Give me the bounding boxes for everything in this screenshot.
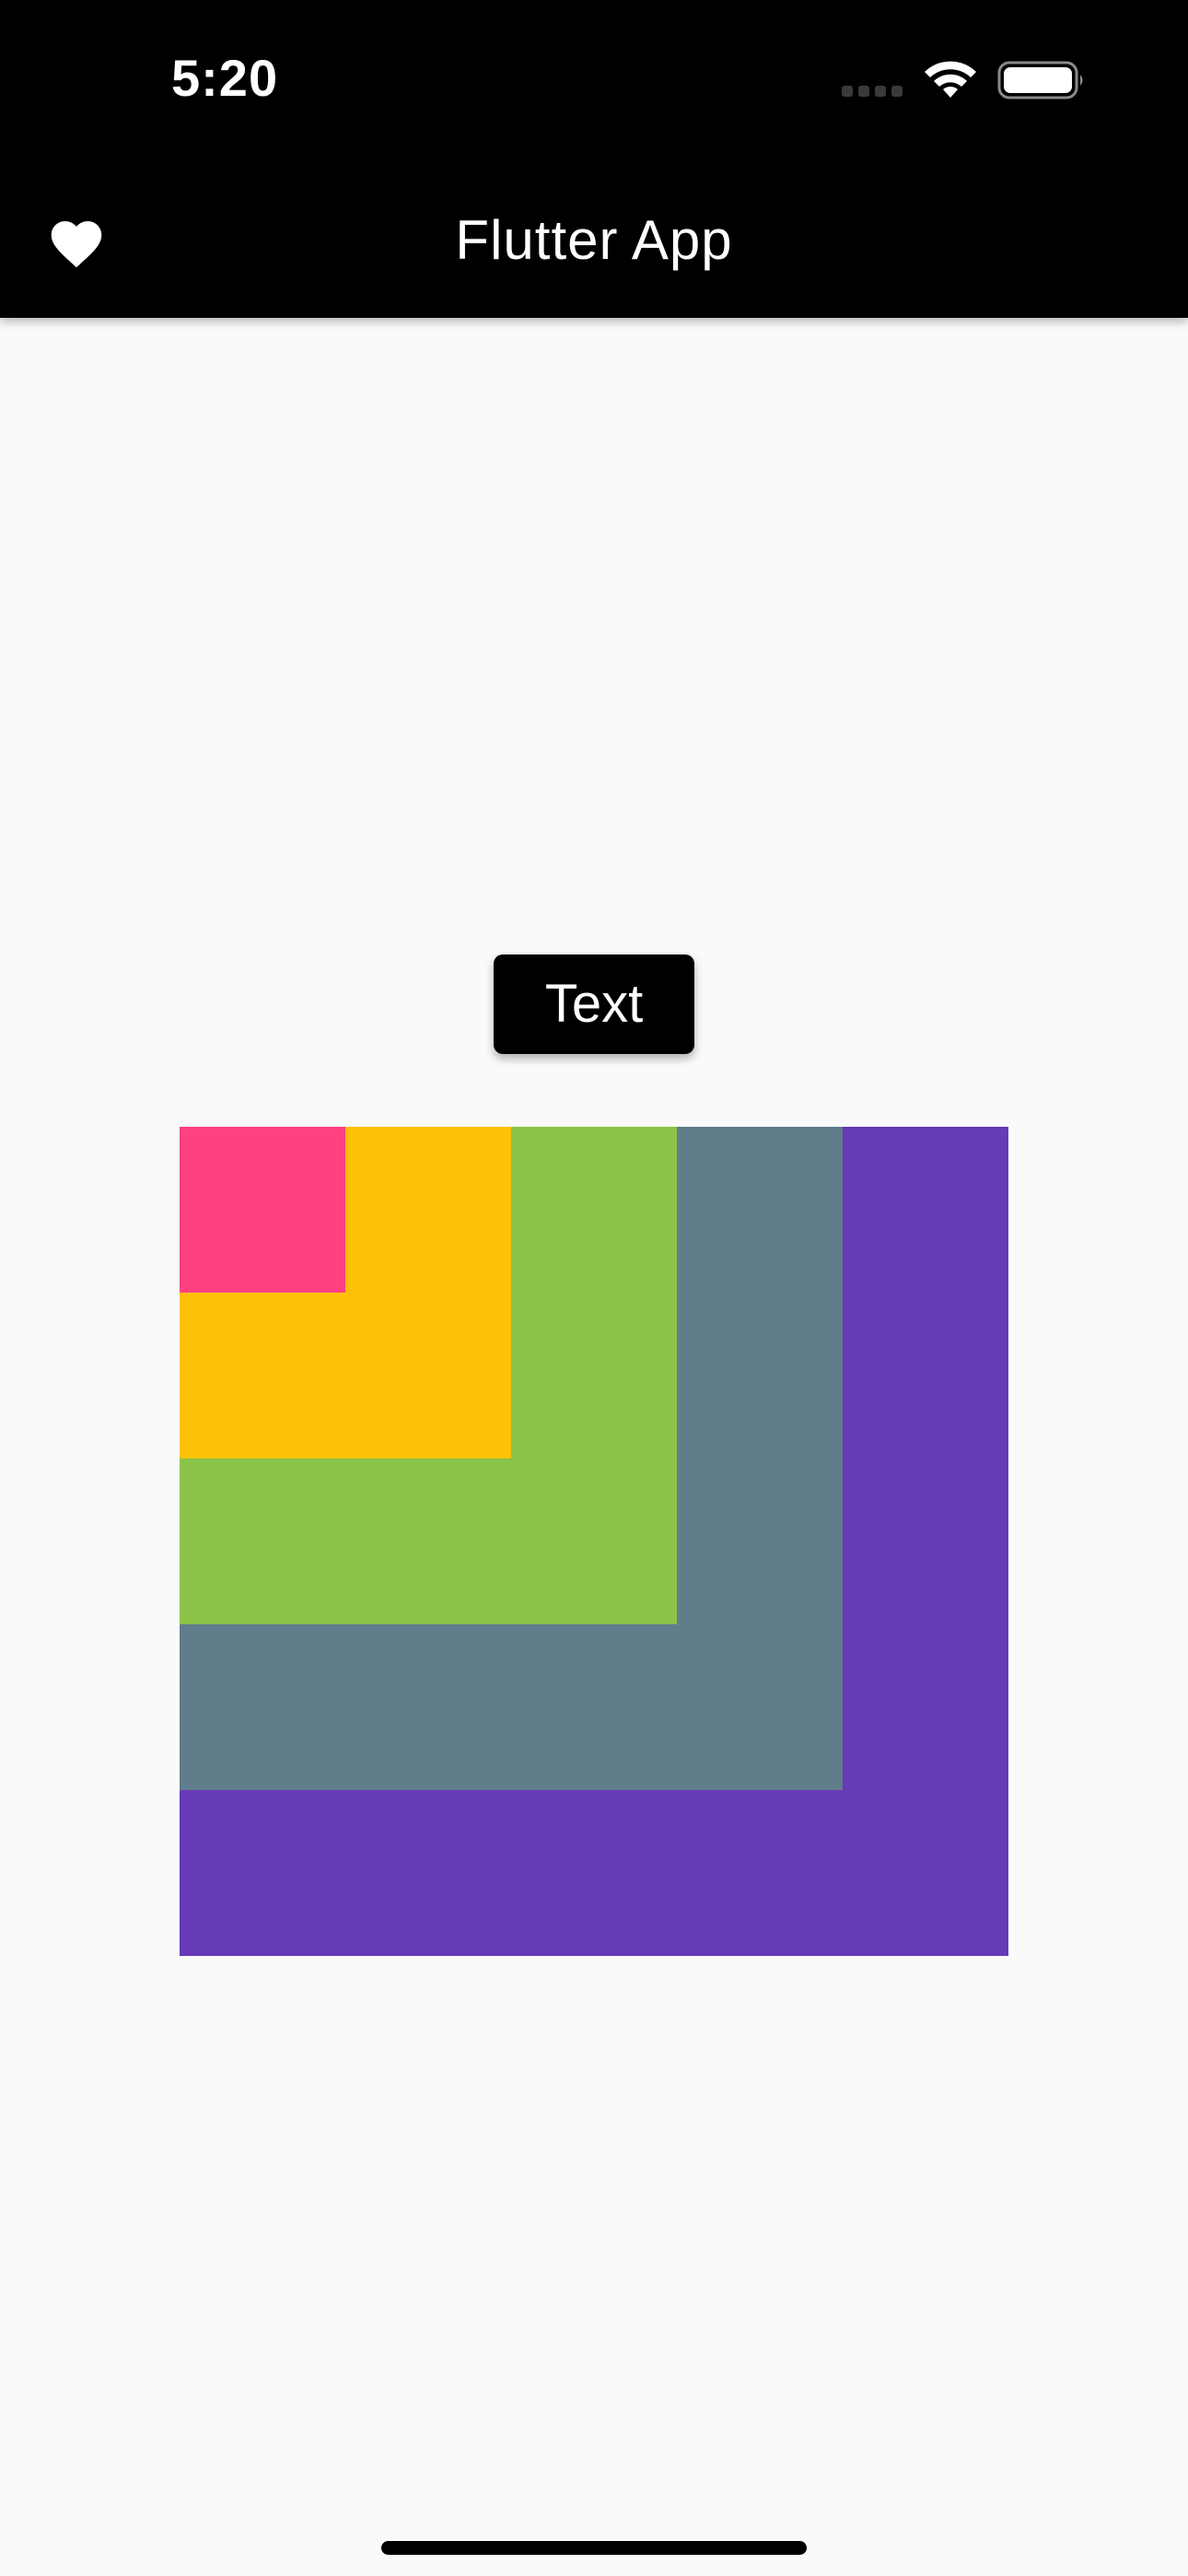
app-bar: 5:20 Flutter App — [0, 0, 1188, 318]
box-pink — [180, 1127, 345, 1293]
home-indicator[interactable] — [381, 2541, 807, 2555]
status-time: 5:20 — [171, 49, 279, 107]
cellular-signal-icon — [842, 85, 904, 98]
wifi-icon — [925, 61, 976, 98]
text-button[interactable]: Text — [494, 954, 694, 1054]
battery-icon — [997, 61, 1083, 100]
app-title: Flutter App — [455, 209, 733, 271]
